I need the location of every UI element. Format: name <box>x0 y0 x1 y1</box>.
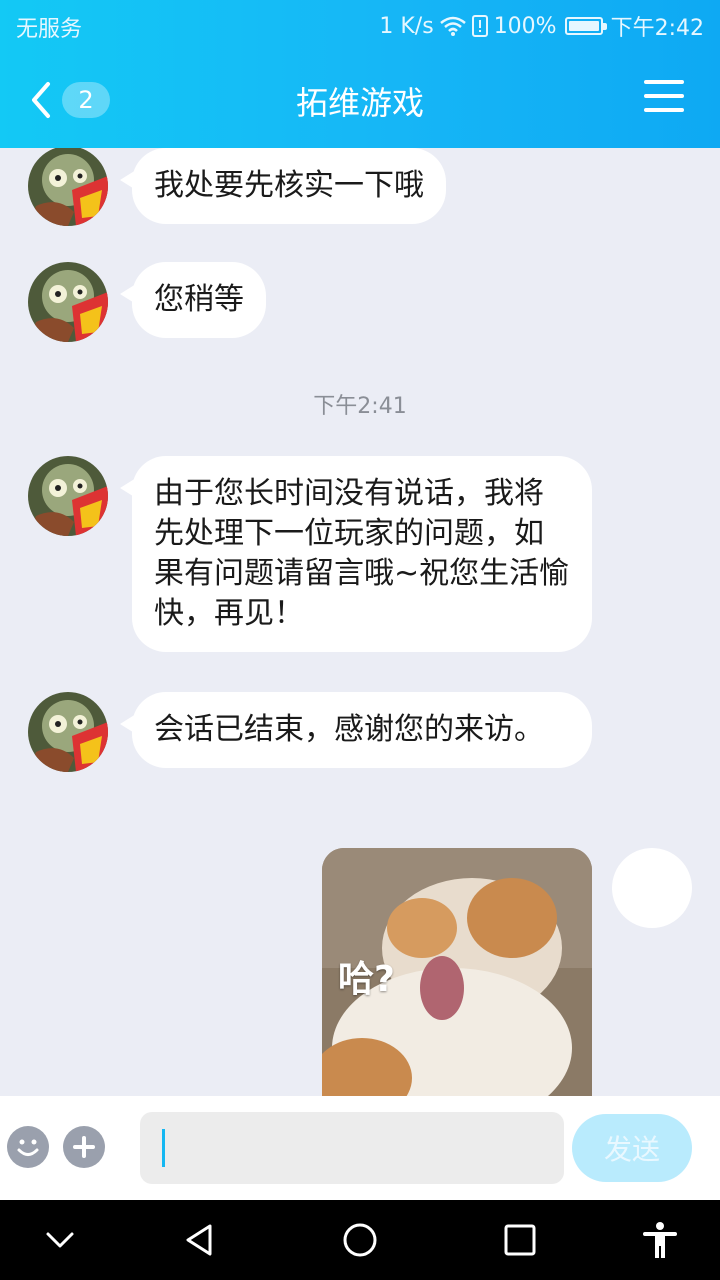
status-bar: 无服务 1 K/s 100% 下午2:42 <box>0 0 720 50</box>
status-time: 下午2:42 <box>610 16 704 41</box>
image-message[interactable]: 哈? <box>322 848 592 1096</box>
accessibility-icon[interactable] <box>640 1220 680 1260</box>
system-nav-bar <box>0 1200 720 1280</box>
agent-avatar[interactable] <box>28 148 108 226</box>
emoji-button[interactable] <box>7 1126 49 1168</box>
message-bubble[interactable]: 会话已结束，感谢您的来访。 <box>120 692 592 768</box>
message-bubble[interactable]: 由于您长时间没有说话，我将先处理下一位玩家的问题，如果有问题请留言哦~祝您生活愉… <box>120 456 592 652</box>
message-bubble[interactable]: 您稍等 <box>120 262 266 338</box>
carrier-text: 无服务 <box>16 17 83 42</box>
agent-avatar[interactable] <box>28 692 108 772</box>
zombie-avatar-icon <box>28 456 108 536</box>
agent-avatar[interactable] <box>28 262 108 342</box>
nav-back-icon[interactable] <box>180 1220 220 1260</box>
zombie-avatar-icon <box>28 148 108 226</box>
message-timestamp: 下午2:41 <box>313 394 407 419</box>
zombie-avatar-icon <box>28 262 108 342</box>
plus-icon <box>73 1136 95 1158</box>
input-bar: 发送 <box>0 1096 720 1200</box>
wifi-icon <box>439 16 466 36</box>
app-header: 无服务 1 K/s 100% 下午2:42 2 拓维游戏 <box>0 0 720 148</box>
text-caret <box>162 1129 165 1167</box>
menu-button[interactable] <box>644 80 684 116</box>
alert-icon <box>471 15 488 37</box>
page-title: 拓维游戏 <box>295 84 424 122</box>
plus-button[interactable] <box>63 1126 105 1168</box>
agent-avatar[interactable] <box>28 456 108 536</box>
nav-home-icon[interactable] <box>340 1220 380 1260</box>
send-button[interactable]: 发送 <box>572 1114 692 1182</box>
emoji-icon <box>17 1139 39 1156</box>
battery-percent: 100% <box>493 13 557 39</box>
message-bubble[interactable]: 我处要先核实一下哦 <box>120 148 446 224</box>
nav-recents-icon[interactable] <box>500 1220 540 1260</box>
nav-down-icon[interactable] <box>40 1220 80 1260</box>
nav-bar: 2 拓维游戏 <box>0 50 720 148</box>
network-speed: 1 K/s <box>379 13 434 39</box>
status-right: 1 K/s 100% 下午2:42 <box>379 10 704 42</box>
chat-area[interactable]: 我处要先核实一下哦 您稍等 下午2:41 由于您长时间没有说话，我将先处理下一位… <box>0 148 720 1096</box>
self-avatar[interactable] <box>612 848 692 928</box>
message-input[interactable] <box>140 1112 564 1184</box>
battery-icon <box>564 17 607 35</box>
image-caption: 哈? <box>338 959 395 1000</box>
menu-icon <box>644 80 684 84</box>
zombie-avatar-icon <box>28 692 108 772</box>
